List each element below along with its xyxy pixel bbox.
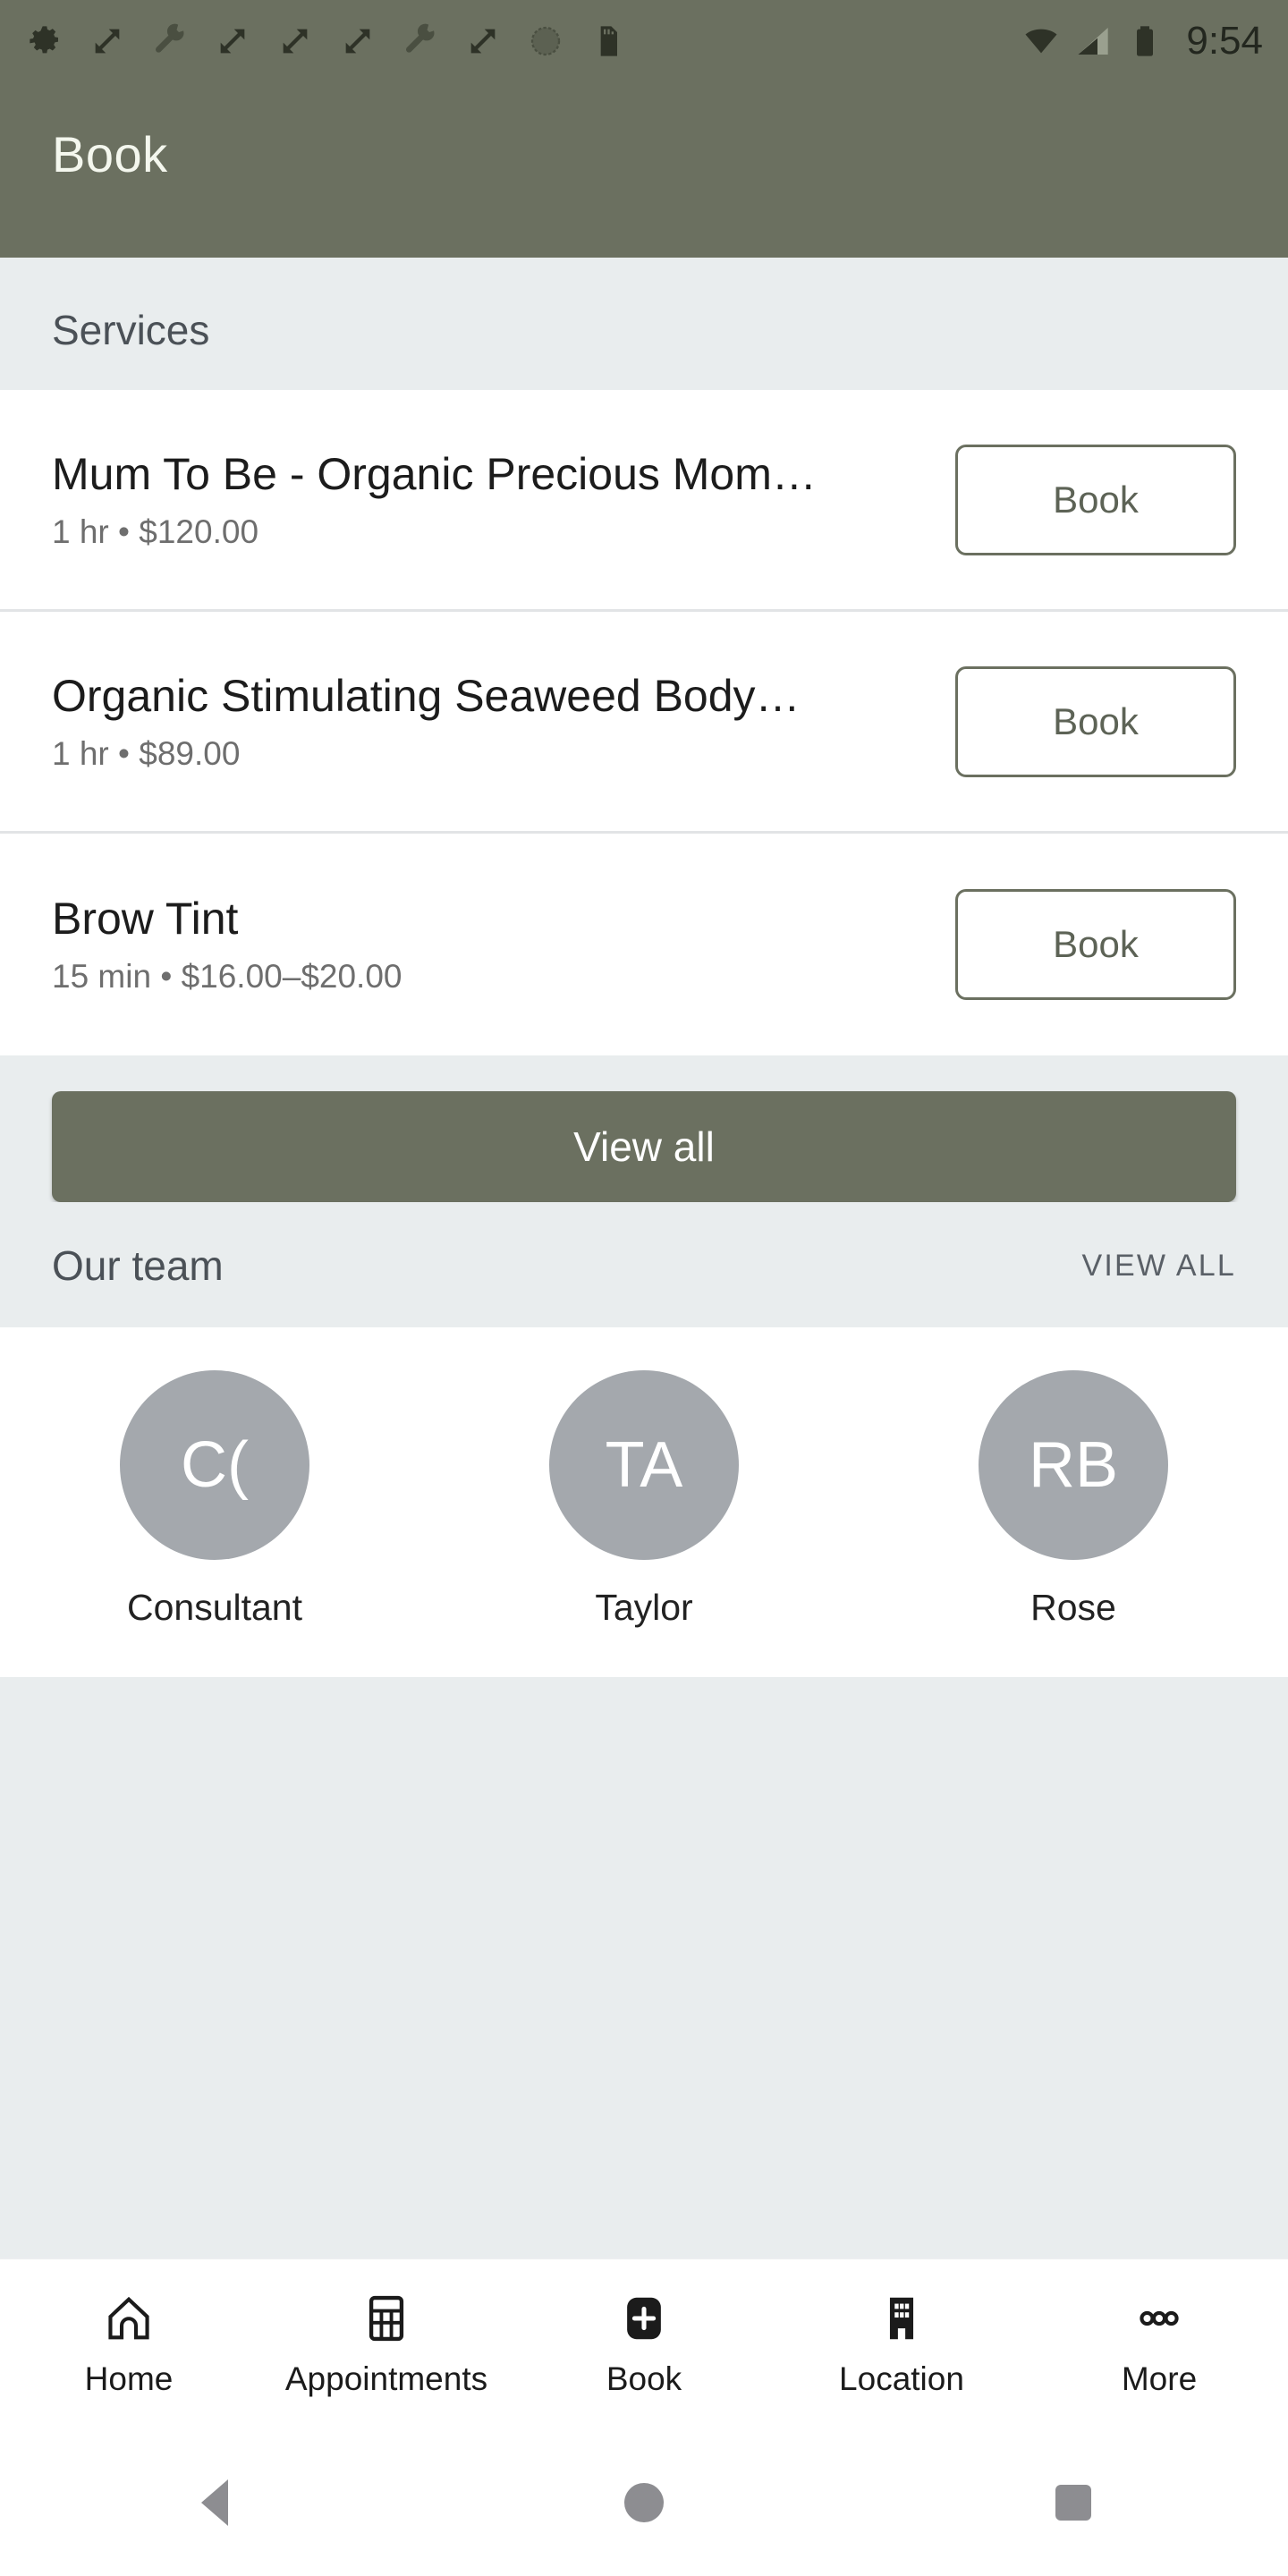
home-icon (101, 2291, 157, 2346)
service-info: Mum To Be - Organic Precious Mom… 1 hr •… (52, 449, 955, 551)
nav-item-location[interactable]: Location (773, 2291, 1030, 2398)
nav-item-more[interactable]: More (1030, 2291, 1288, 2398)
android-navigation-bar (0, 2429, 1288, 2576)
team-member[interactable]: RB Rose (859, 1370, 1288, 1629)
resize-icon (215, 23, 250, 59)
gear-icon (27, 23, 63, 59)
wifi-icon (1023, 23, 1059, 59)
bottom-navigation: Home Appointments Book Location More (0, 2258, 1288, 2429)
status-bar-left-icons (27, 23, 626, 59)
team-member-name: Rose (1030, 1587, 1116, 1628)
nav-item-book[interactable]: Book (515, 2291, 773, 2398)
team-title: Our team (52, 1242, 224, 1289)
app-bar: Book (0, 82, 1288, 258)
team-view-all-link[interactable]: VIEW ALL (1081, 1249, 1236, 1284)
service-book-button[interactable]: Book (955, 665, 1236, 777)
resize-icon (340, 23, 376, 59)
service-name: Organic Stimulating Seaweed Body… (52, 670, 801, 721)
wrench-icon (152, 23, 188, 59)
book-plus-icon (616, 2291, 672, 2346)
resize-icon (89, 23, 125, 59)
dial-icon (528, 23, 564, 59)
empty-space (0, 1677, 1288, 2258)
building-icon (874, 2291, 929, 2346)
team-list: C( Consultant TA Taylor RB Rose (0, 1327, 1288, 1677)
scroll-content: Services Mum To Be - Organic Precious Mo… (0, 258, 1288, 2258)
service-row[interactable]: Organic Stimulating Seaweed Body… 1 hr •… (0, 612, 1288, 834)
more-dots-icon (1131, 2291, 1187, 2346)
view-all-services-button[interactable]: View all (52, 1091, 1236, 1202)
avatar: TA (549, 1370, 739, 1560)
services-list: Mum To Be - Organic Precious Mom… 1 hr •… (0, 390, 1288, 1055)
battery-icon (1127, 23, 1163, 59)
wrench-icon (402, 23, 438, 59)
service-row[interactable]: Mum To Be - Organic Precious Mom… 1 hr •… (0, 390, 1288, 612)
nav-label: Appointments (284, 2360, 488, 2397)
nav-label: Home (84, 2360, 174, 2397)
view-all-container: View all (0, 1055, 1288, 1202)
service-meta: 1 hr • $120.00 (52, 513, 259, 550)
android-back-button[interactable] (0, 2479, 429, 2526)
calendar-icon (359, 2291, 414, 2346)
team-member-name: Consultant (126, 1587, 302, 1628)
team-member[interactable]: C( Consultant (0, 1370, 429, 1629)
app-root: 9:54 Book Services Mum To Be - Organic P… (0, 0, 1288, 2576)
status-bar-clock: 9:54 (1186, 19, 1263, 63)
team-member-name: Taylor (595, 1587, 693, 1628)
android-home-button[interactable] (429, 2483, 859, 2522)
avatar: RB (979, 1370, 1168, 1560)
service-info: Organic Stimulating Seaweed Body… 1 hr •… (52, 671, 955, 773)
home-circle-icon (624, 2483, 664, 2522)
nav-item-appointments[interactable]: Appointments (258, 2291, 515, 2398)
service-meta: 1 hr • $89.00 (52, 734, 241, 772)
resize-icon (465, 23, 501, 59)
nav-item-home[interactable]: Home (0, 2291, 258, 2398)
android-recents-button[interactable] (859, 2485, 1288, 2521)
team-member[interactable]: TA Taylor (429, 1370, 859, 1629)
status-bar-right-icons: 9:54 (1023, 0, 1263, 82)
page-title: Book (52, 126, 168, 182)
service-book-button[interactable]: Book (955, 444, 1236, 555)
service-name: Mum To Be - Organic Precious Mom… (52, 448, 817, 499)
service-book-button[interactable]: Book (955, 889, 1236, 1000)
services-section-header: Services (0, 258, 1288, 390)
cell-signal-icon (1075, 23, 1111, 59)
avatar: C( (120, 1370, 309, 1560)
nav-label: More (1121, 2360, 1198, 2397)
back-triangle-icon (201, 2479, 228, 2526)
resize-icon (277, 23, 313, 59)
recents-square-icon (1055, 2485, 1091, 2521)
services-title: Services (52, 307, 210, 353)
nav-label: Book (606, 2360, 682, 2397)
service-name: Brow Tint (52, 894, 239, 944)
sdcard-icon (590, 23, 626, 59)
service-info: Brow Tint 15 min • $16.00–$20.00 (52, 894, 955, 996)
service-meta: 15 min • $16.00–$20.00 (52, 958, 402, 995)
status-bar: 9:54 (0, 0, 1288, 82)
service-row[interactable]: Brow Tint 15 min • $16.00–$20.00 Book (0, 834, 1288, 1055)
nav-label: Location (839, 2360, 964, 2397)
team-section-header: Our team VIEW ALL (0, 1202, 1288, 1327)
